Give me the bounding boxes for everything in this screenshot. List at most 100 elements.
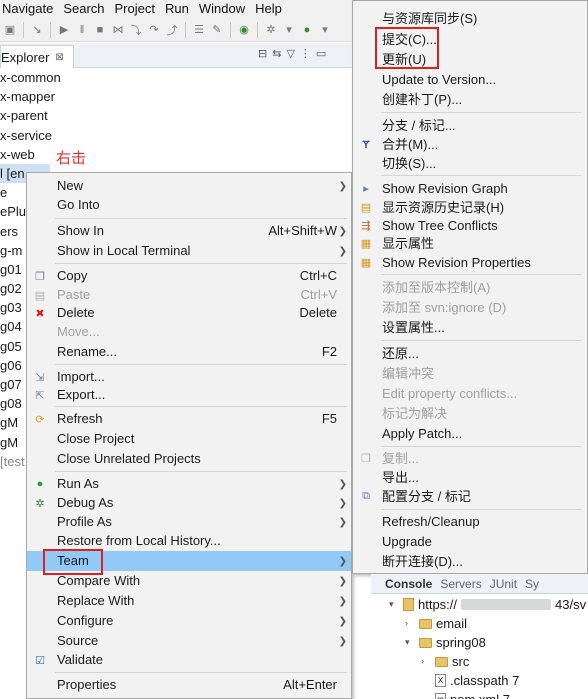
explorer-view-tools: ⊟ ⇆ ▽ ⋮ ▭ [258, 47, 326, 60]
tab-more[interactable]: Sy [525, 577, 539, 591]
menu-item-properties[interactable]: Properties Alt+Enter [27, 675, 351, 695]
tree-item[interactable]: x-service [0, 126, 360, 145]
step-over-icon[interactable]: ↷ [146, 22, 162, 38]
explorer-tab[interactable]: Explorer ⊠ [0, 45, 74, 68]
tree-item[interactable]: X .classpath 7 [435, 671, 519, 690]
server-icon[interactable]: ◉ [236, 22, 252, 38]
tree-item[interactable]: x-parent [0, 106, 360, 125]
run-icon[interactable]: ● [299, 22, 315, 38]
submenu-item-branch-tag[interactable]: 分支 / 标记... [353, 116, 587, 135]
menu-item-close-project[interactable]: Close Project [27, 429, 351, 449]
terminate-icon[interactable]: ■ [92, 22, 108, 38]
submenu-item-refresh-cleanup[interactable]: Refresh/Cleanup [353, 512, 587, 531]
submenu-item-revert[interactable]: 还原... [353, 344, 587, 363]
minimize-icon[interactable]: ▭ [316, 47, 326, 60]
chevron-down-icon[interactable]: ▾ [405, 633, 415, 652]
menu-item-validate[interactable]: ☑ Validate [27, 650, 351, 670]
menu-item-run-as[interactable]: ● Run As ❯ [27, 474, 351, 494]
tree-item[interactable]: x-mapper [0, 87, 360, 106]
chevron-down-icon[interactable]: ▾ [389, 595, 399, 614]
link-editor-icon[interactable]: ⇆ [272, 47, 281, 60]
menu-item-move[interactable]: Move... [27, 322, 351, 342]
tree-item[interactable]: › email [405, 614, 467, 633]
menu-item-refresh[interactable]: ⟳ Refresh F5 [27, 409, 351, 429]
menu-item-show-in-terminal[interactable]: Show in Local Terminal ❯ [27, 241, 351, 261]
submenu-item-edit-conflicts[interactable]: 编辑冲突 [353, 364, 587, 383]
tree-item[interactable]: › src [421, 652, 469, 671]
chevron-right-icon[interactable]: › [405, 614, 415, 633]
filter-icon[interactable]: ▽ [286, 47, 294, 60]
repo-row[interactable]: ▾ https:// 43/sv [389, 595, 586, 614]
collapse-all-icon[interactable]: ⊟ [258, 47, 267, 60]
submenu-item-set-property[interactable]: 设置属性... [353, 318, 587, 337]
menu-item-paste[interactable]: ▤ Paste Ctrl+V [27, 285, 351, 305]
open-task-icon[interactable]: ☰ [191, 22, 207, 38]
submenu-item-tree-conflicts[interactable]: ⇶ Show Tree Conflicts [353, 216, 587, 235]
submenu-item-disconnect[interactable]: 断开连接(D)... [353, 552, 587, 571]
menu-item-source[interactable]: Source ❯ [27, 631, 351, 651]
step-return-icon[interactable]: ⤴ [164, 22, 180, 38]
submenu-item-label: Apply Patch... [382, 426, 463, 441]
tab-junit[interactable]: JUnit [490, 577, 517, 591]
menu-project[interactable]: Project [110, 0, 160, 18]
menu-help[interactable]: Help [250, 0, 287, 18]
submenu-item-update-to-version[interactable]: Update to Version... [353, 70, 587, 89]
close-icon[interactable]: ⊠ [55, 52, 63, 63]
menu-item-close-unrelated[interactable]: Close Unrelated Projects [27, 449, 351, 469]
menu-item-show-in[interactable]: Show In Alt+Shift+W ❯ [27, 221, 351, 241]
suspend-icon[interactable]: ‖ [74, 22, 90, 38]
submenu-item-revision-graph[interactable]: ▸ Show Revision Graph [353, 179, 587, 198]
submenu-item-upgrade[interactable]: Upgrade [353, 532, 587, 551]
menu-item-rename[interactable]: Rename... F2 [27, 342, 351, 362]
submenu-item-configure-branches[interactable]: ⧉ 配置分支 / 标记 [353, 487, 587, 506]
submenu-item-apply-patch[interactable]: Apply Patch... [353, 424, 587, 443]
submenu-item-show-properties[interactable]: ▦ 显示属性 [353, 234, 587, 253]
chevron-down-icon[interactable]: ▾ [281, 22, 297, 38]
tree-item[interactable]: x-common [0, 68, 360, 87]
menu-item-import[interactable]: ⇲ Import... [27, 367, 351, 387]
disconnect-icon[interactable]: ⋈ [110, 22, 126, 38]
submenu-item-mark-resolved[interactable]: 标记为解决 [353, 404, 587, 423]
menu-navigate[interactable]: Navigate [0, 0, 58, 18]
submenu-item-revision-properties[interactable]: ▦ Show Revision Properties [353, 253, 587, 272]
submenu-item-edit-property-conflicts[interactable]: Edit property conflicts... [353, 384, 587, 403]
menu-search[interactable]: Search [58, 0, 109, 18]
skip-breakpoints-icon[interactable]: ↘ [29, 22, 45, 38]
submenu-item-synchronize[interactable]: 与资源库同步(S) [353, 9, 587, 28]
menu-run[interactable]: Run [160, 0, 194, 18]
submenu-item-copy[interactable]: ❐ 复制... [353, 449, 587, 468]
save-all-icon[interactable]: ▣ [2, 22, 18, 38]
menu-item-new[interactable]: New ❯ [27, 176, 351, 196]
submenu-item-add-to-version-control[interactable]: 添加至版本控制(A) [353, 278, 587, 297]
resume-icon[interactable]: ▶ [56, 22, 72, 38]
submenu-item-merge[interactable]: Ɏ 合并(M)... [353, 135, 587, 154]
menu-window[interactable]: Window [194, 0, 250, 18]
menu-item-delete[interactable]: ✖ Delete Delete [27, 303, 351, 323]
menu-item-export[interactable]: ⇱ Export... [27, 385, 351, 405]
menu-item-debug-as[interactable]: ✲ Debug As ❯ [27, 493, 351, 513]
debug-icon[interactable]: ✲ [263, 22, 279, 38]
menu-item-go-into[interactable]: Go Into [27, 195, 351, 215]
step-into-icon[interactable]: ⤵ [128, 22, 144, 38]
submenu-item-label: 导出... [382, 470, 419, 485]
submenu-item-create-patch[interactable]: 创建补丁(P)... [353, 90, 587, 109]
menu-item-copy[interactable]: ❐ Copy Ctrl+C [27, 266, 351, 286]
menu-item-replace-with[interactable]: Replace With ❯ [27, 591, 351, 611]
tree-item[interactable]: x-web [0, 145, 360, 164]
tree-item[interactable]: ▾ spring08 [405, 633, 486, 652]
tree-item[interactable]: m pom.xml 7 [435, 690, 510, 699]
submenu-item-switch[interactable]: 切换(S)... [353, 154, 587, 173]
menu-item-profile-as[interactable]: Profile As ❯ [27, 512, 351, 532]
menu-item-restore-history[interactable]: Restore from Local History... [27, 531, 351, 551]
view-menu-icon[interactable]: ⋮ [300, 47, 311, 60]
chevron-right-icon[interactable]: › [421, 652, 431, 671]
menu-item-configure[interactable]: Configure ❯ [27, 611, 351, 631]
tab-console[interactable]: Console [385, 577, 432, 591]
submenu-item-history[interactable]: ▤ 显示资源历史记录(H) [353, 198, 587, 217]
tab-servers[interactable]: Servers [440, 577, 481, 591]
build-icon[interactable]: ✎ [209, 22, 225, 38]
submenu-item-export[interactable]: 导出... [353, 468, 587, 487]
menu-item-label: Run As [57, 476, 99, 491]
chevron-down-icon[interactable]: ▾ [317, 22, 333, 38]
submenu-item-add-to-ignore[interactable]: 添加至 svn:ignore (D) [353, 298, 587, 317]
